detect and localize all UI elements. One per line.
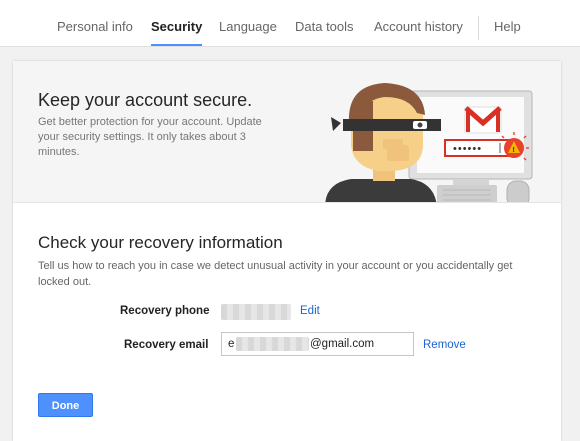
- svg-text:!: !: [513, 147, 515, 154]
- hero-description: Get better protection for your account. …: [38, 116, 262, 158]
- recovery-email-input[interactable]: e @gmail.com: [221, 332, 414, 356]
- tab-account-history[interactable]: Account history: [374, 0, 463, 46]
- top-navigation: Personal info Security Language Data too…: [0, 0, 580, 47]
- tab-data-tools[interactable]: Data tools: [295, 0, 354, 46]
- hero-title: Keep your account secure.: [38, 90, 253, 110]
- tab-help[interactable]: Help: [494, 0, 521, 46]
- security-card: Keep your account secure. Get better pro…: [13, 61, 561, 441]
- hacker-illustration: •••••• !: [325, 83, 533, 202]
- tab-security[interactable]: Security: [151, 0, 203, 46]
- recovery-email-label: Recovery email: [124, 339, 209, 351]
- done-button[interactable]: Done: [38, 393, 93, 417]
- nav-divider: [478, 16, 479, 40]
- recovery-section-description: Tell us how to reach you in case we dete…: [38, 260, 513, 288]
- mouse-icon: [506, 180, 530, 202]
- security-hero-banner: Keep your account secure. Get better pro…: [13, 61, 561, 203]
- recovery-phone-value-redacted: [221, 304, 291, 320]
- edit-phone-link[interactable]: Edit: [300, 305, 320, 317]
- email-prefix-text: e: [228, 338, 235, 350]
- email-value-redacted: [236, 337, 309, 351]
- recovery-phone-label: Recovery phone: [120, 305, 210, 317]
- recovery-section-title: Check your recovery information: [38, 233, 283, 252]
- tab-personal-info[interactable]: Personal info: [57, 0, 133, 46]
- tab-language[interactable]: Language: [219, 0, 277, 46]
- gmail-envelope-icon: [464, 106, 502, 134]
- password-mask-text: ••••••: [453, 143, 482, 155]
- email-domain-text: @gmail.com: [310, 338, 375, 350]
- remove-email-link[interactable]: Remove: [423, 339, 466, 351]
